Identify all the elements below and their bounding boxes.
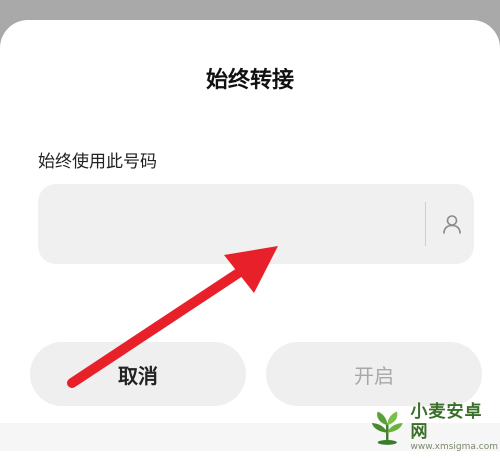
field-divider — [425, 202, 426, 246]
leaf-logo-icon — [371, 411, 403, 445]
phone-number-input[interactable] — [54, 184, 418, 266]
phone-number-field[interactable] — [38, 184, 474, 266]
forwarding-dialog: 始终转接 始终使用此号码 取消 开启 — [0, 20, 500, 460]
field-label: 始终使用此号码 — [38, 152, 157, 172]
open-button[interactable]: 开启 — [266, 342, 482, 406]
watermark: 小麦安卓网 www.xmsigma.com — [368, 401, 498, 452]
watermark-title: 小麦安卓网 — [410, 401, 483, 442]
person-icon — [443, 215, 461, 234]
cancel-button[interactable]: 取消 — [30, 342, 246, 406]
dialog-title: 始终转接 — [205, 68, 294, 93]
contact-picker-button[interactable] — [436, 208, 468, 240]
